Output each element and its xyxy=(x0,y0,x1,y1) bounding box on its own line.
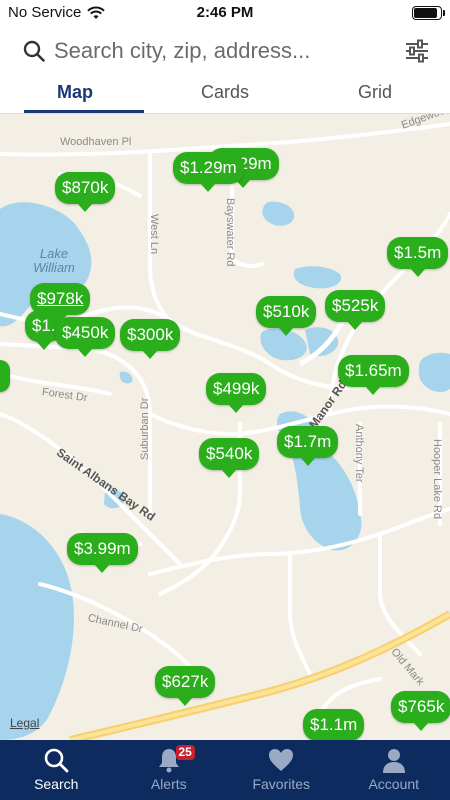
search-bar xyxy=(0,26,450,76)
nav-favorites[interactable]: Favorites xyxy=(225,740,338,800)
price-pin-label: $870k xyxy=(62,178,109,197)
bottom-nav: Search 25 Alerts Favorites Account xyxy=(0,740,450,800)
price-pin-label: $450k xyxy=(62,323,109,342)
nav-alerts-label: Alerts xyxy=(150,776,187,792)
price-pin-label: $1.29m xyxy=(180,158,237,177)
nav-account[interactable]: Account xyxy=(338,740,450,800)
price-pin[interactable]: $510k xyxy=(256,296,317,336)
battery-icon xyxy=(412,6,445,20)
tab-cards[interactable]: Cards xyxy=(150,76,300,113)
price-pin-label: $1.65m xyxy=(345,361,402,380)
price-pin-label: $300k xyxy=(127,325,174,344)
search-icon[interactable] xyxy=(22,39,46,63)
price-pin[interactable]: $765k xyxy=(391,691,450,731)
lake-label-text: Lake William xyxy=(33,246,75,275)
tab-grid[interactable]: Grid xyxy=(300,76,450,113)
price-pin-label: $627k xyxy=(162,672,209,691)
search-input[interactable] xyxy=(54,38,394,64)
price-pin[interactable]: $3.99m xyxy=(67,533,138,573)
price-pin-label: $978k xyxy=(37,289,84,308)
status-bar: No Service 2:46 PM xyxy=(0,0,450,26)
street-label: Woodhaven Pl xyxy=(60,136,132,148)
alerts-badge: 25 xyxy=(175,745,195,760)
price-pin-label: $765k xyxy=(398,697,445,716)
filter-sliders-icon[interactable] xyxy=(404,38,430,64)
street-label: Anthony Ter xyxy=(353,424,365,483)
person-icon xyxy=(382,749,405,773)
price-pin-label: $525k xyxy=(332,296,379,315)
lake-label: Lake William xyxy=(26,247,82,275)
price-pin-label: $540k xyxy=(206,444,253,463)
price-pin[interactable]: $870k xyxy=(55,172,116,212)
price-pin[interactable]: $1.29m xyxy=(173,152,244,192)
wifi-icon xyxy=(87,6,106,19)
map-view[interactable]: Woodhaven Pl Edgewood Bayswater Rd West … xyxy=(0,114,450,740)
price-pin-offscreen[interactable] xyxy=(0,360,10,392)
price-pin-label: $1.1m xyxy=(310,715,358,734)
price-pin[interactable]: $499k xyxy=(206,373,267,413)
price-pin-label: $499k xyxy=(213,379,260,398)
price-pin-label: $1.5m xyxy=(394,243,442,262)
price-pin-label: $1.7m xyxy=(284,432,332,451)
nav-alerts[interactable]: 25 Alerts xyxy=(113,740,226,800)
price-pin[interactable]: $1.7m xyxy=(277,426,339,466)
price-pin[interactable]: $1.1m xyxy=(303,709,365,740)
nav-search[interactable]: Search xyxy=(0,740,113,800)
price-pin-label: $3.99m xyxy=(74,539,131,558)
price-pin[interactable]: $1.65m xyxy=(338,355,409,395)
carrier-label: No Service xyxy=(8,4,82,21)
price-pin-label: $510k xyxy=(263,302,310,321)
legal-link[interactable]: Legal xyxy=(10,716,39,730)
nav-favorites-label: Favorites xyxy=(252,776,311,792)
street-label: Suburban Dr xyxy=(139,397,151,460)
heart-icon xyxy=(269,749,294,771)
battery-level xyxy=(414,8,438,18)
search-icon xyxy=(44,748,69,773)
street-label: Hooper Lake Rd xyxy=(431,439,443,520)
street-label: West Ln xyxy=(148,214,160,255)
price-pin[interactable]: $300k xyxy=(120,319,181,359)
nav-account-label: Account xyxy=(368,776,420,792)
price-pin[interactable]: $525k xyxy=(325,290,386,330)
view-tabs: Map Cards Grid xyxy=(0,76,450,114)
price-pin[interactable]: $627k xyxy=(155,666,216,706)
price-pin[interactable]: $1.5m xyxy=(387,237,449,277)
price-pin[interactable]: $450k xyxy=(55,317,116,357)
nav-search-label: Search xyxy=(34,776,79,792)
price-pin[interactable]: $540k xyxy=(199,438,260,478)
tab-map[interactable]: Map xyxy=(0,76,150,113)
price-pin-label: $1. xyxy=(32,316,56,335)
street-label: Bayswater Rd xyxy=(224,198,236,267)
carrier: No Service xyxy=(8,4,106,21)
